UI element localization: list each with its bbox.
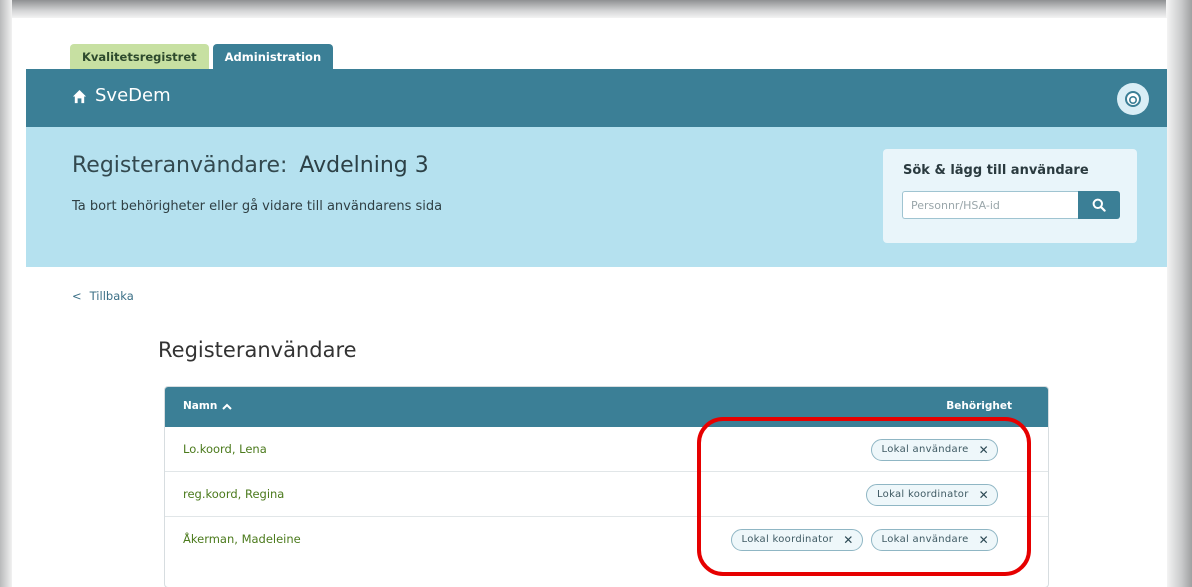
permission-list: Lokal användare ✕	[870, 439, 998, 461]
table-row: reg.koord, Regina Lokal koordinator ✕	[165, 472, 1048, 517]
search-title: Sök & lägg till användare	[903, 163, 1089, 178]
window-frame-left	[0, 0, 12, 587]
page: Kvalitetsregistret Administration SveDem…	[26, 18, 1167, 587]
section-title: Registeranvändare	[158, 338, 357, 362]
permission-tag: Lokal användare ✕	[870, 529, 998, 551]
back-link-label: Tillbaka	[89, 289, 134, 303]
chevron-left-icon: <	[72, 289, 82, 303]
chevron-up-icon	[222, 403, 233, 410]
top-bar: SveDem	[26, 69, 1167, 127]
window-frame-right	[1166, 0, 1192, 587]
permission-tag-label: Lokal koordinator	[741, 534, 834, 545]
close-icon[interactable]: ✕	[979, 485, 989, 505]
close-icon[interactable]: ✕	[979, 530, 989, 550]
search-button[interactable]	[1078, 191, 1120, 219]
permission-tag: Lokal koordinator ✕	[730, 529, 863, 551]
app-tabs: Kvalitetsregistret Administration	[70, 44, 334, 70]
column-header-name[interactable]: Namn	[183, 400, 233, 412]
tab-administration[interactable]: Administration	[212, 44, 334, 70]
users-table: Namn Behörighet Lo.koord, Lena Lokal anv…	[164, 386, 1049, 587]
page-title-label: Registeranvändare:	[72, 153, 288, 178]
column-header-permission: Behörighet	[946, 400, 1012, 412]
search-input[interactable]	[902, 191, 1078, 219]
search-card: Sök & lägg till användare	[883, 149, 1137, 243]
user-name-link[interactable]: Lo.koord, Lena	[183, 442, 267, 456]
close-icon[interactable]: ✕	[843, 530, 853, 550]
permission-list: Lokal koordinator ✕ Lokal användare ✕	[730, 529, 998, 551]
back-link[interactable]: < Tillbaka	[72, 289, 134, 303]
table-header: Namn Behörighet	[165, 387, 1048, 427]
search-icon	[1092, 198, 1106, 212]
brand-link[interactable]: SveDem	[72, 85, 171, 106]
permission-list: Lokal koordinator ✕	[865, 484, 998, 506]
brand-name: SveDem	[95, 85, 171, 106]
user-name-link[interactable]: Åkerman, Madeleine	[183, 532, 301, 546]
table-row: Lo.koord, Lena Lokal användare ✕	[165, 427, 1048, 472]
permission-tag-label: Lokal användare	[881, 534, 969, 545]
page-title: Registeranvändare: Avdelning 3	[72, 153, 429, 178]
window-frame-top	[0, 0, 1192, 18]
permission-tag-label: Lokal användare	[881, 444, 969, 455]
permission-tag: Lokal användare ✕	[870, 439, 998, 461]
page-subtitle: Ta bort behörigheter eller gå vidare til…	[72, 199, 443, 214]
permission-tag-label: Lokal koordinator	[876, 489, 969, 500]
home-icon	[72, 88, 87, 104]
permission-tag: Lokal koordinator ✕	[865, 484, 998, 506]
close-icon[interactable]: ✕	[979, 440, 989, 460]
page-title-department: Avdelning 3	[299, 153, 429, 178]
page-header: Registeranvändare: Avdelning 3 Ta bort b…	[26, 127, 1167, 267]
column-header-name-label: Namn	[183, 400, 218, 412]
table-row: Åkerman, Madeleine Lokal koordinator ✕ L…	[165, 517, 1048, 562]
user-name-link[interactable]: reg.koord, Regina	[183, 487, 284, 501]
avatar-icon[interactable]	[1117, 83, 1149, 115]
tab-kvalitetsregistret[interactable]: Kvalitetsregistret	[70, 44, 209, 70]
